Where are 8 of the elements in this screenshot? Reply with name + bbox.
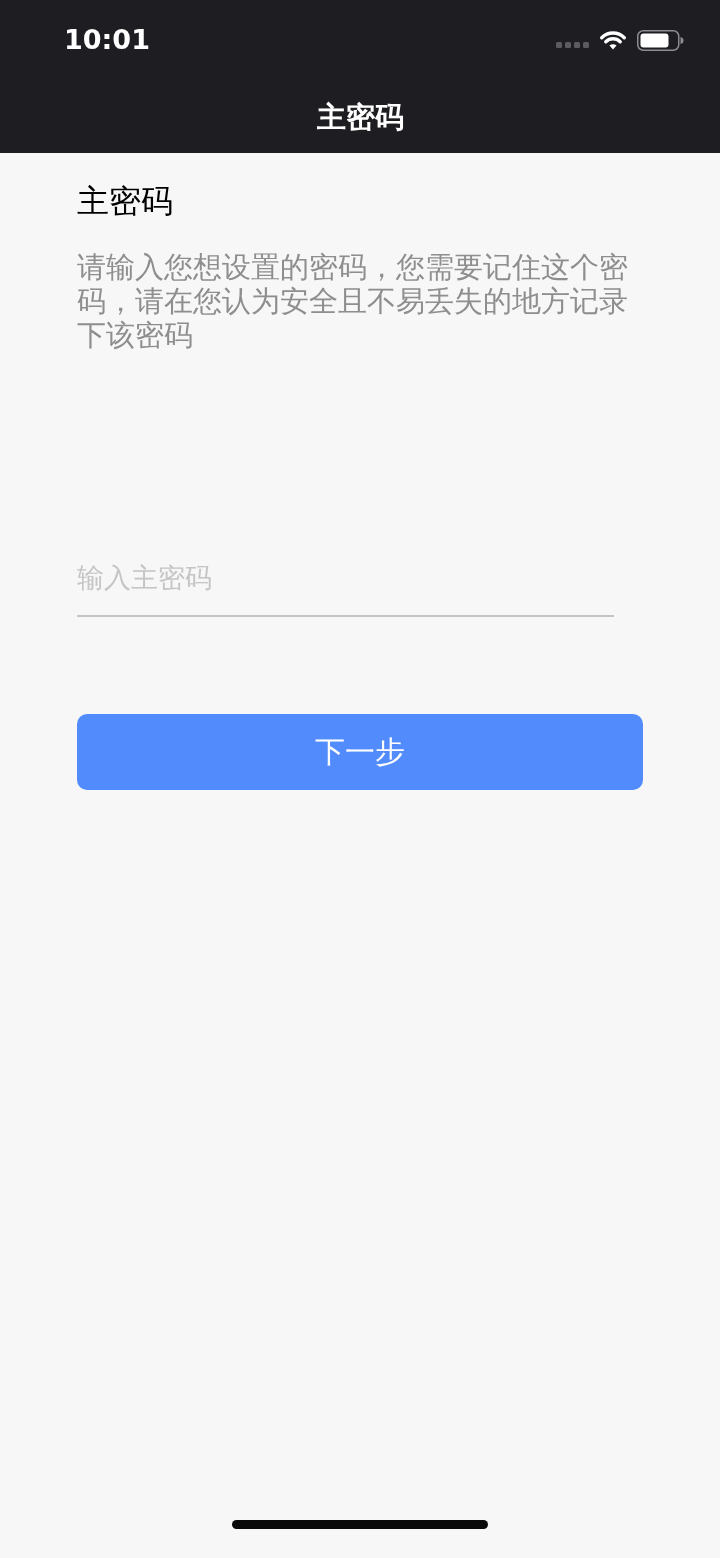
status-time: 10:01 xyxy=(64,24,150,56)
description-text: 请输入您想设置的密码，您需要记住这个密码，请在您认为安全且不易丢失的地方记录下该密码 xyxy=(77,250,629,352)
wifi-icon xyxy=(599,29,627,51)
next-button[interactable]: 下一步 xyxy=(77,714,643,790)
battery-icon xyxy=(637,29,684,51)
signal-icon xyxy=(556,42,589,48)
nav-title: 主密码 xyxy=(316,98,404,135)
page-heading: 主密码 xyxy=(77,181,173,221)
